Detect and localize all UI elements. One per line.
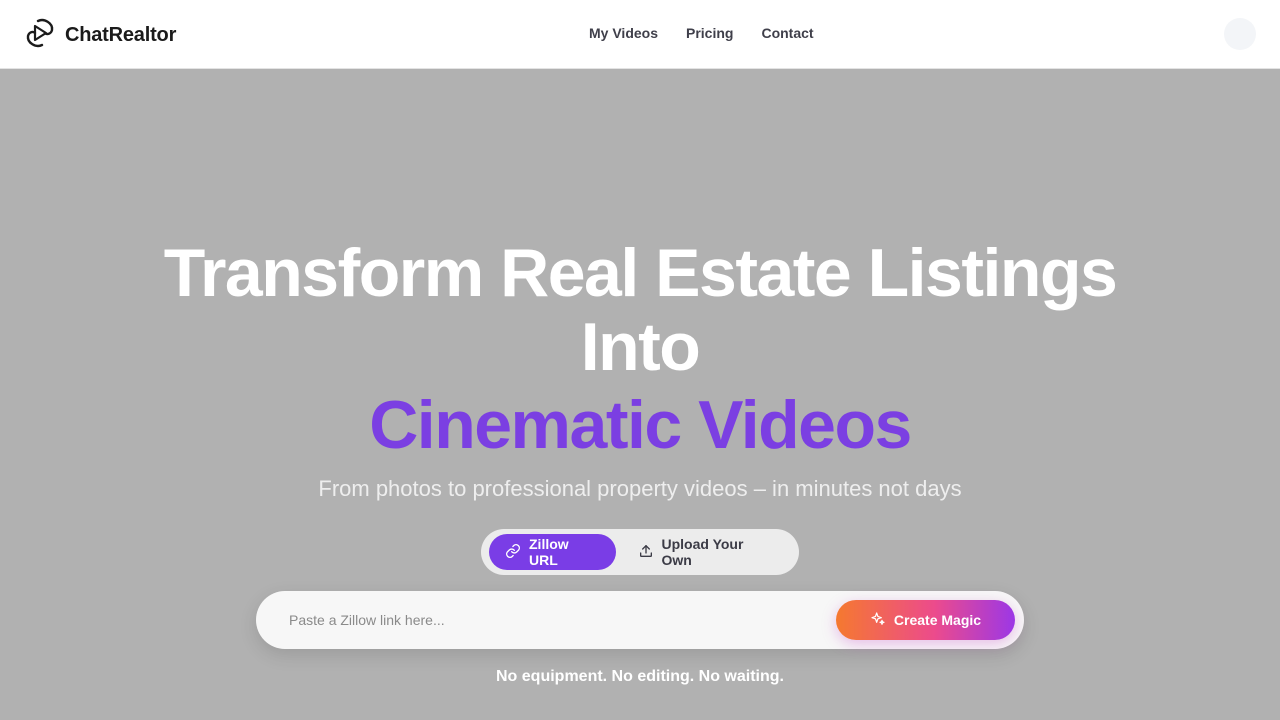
nav-pricing[interactable]: Pricing [686,25,733,41]
zillow-url-tab-label: Zillow URL [529,536,569,568]
play-pin-logo-icon [24,17,56,54]
upload-icon [638,543,654,562]
headline-line-1: Transform Real Estate Listings [163,235,1118,311]
user-avatar[interactable] [1224,18,1256,50]
create-magic-button[interactable]: Create Magic [836,600,1015,640]
hero-headline: Transform Real Estate Listings Into Cine… [0,236,1280,462]
top-navbar: ChatRealtor My Videos Pricing Contact [0,0,1280,69]
upload-your-own-tab-label: Upload Your Own [661,536,744,568]
headline-line-2: Into [580,309,701,385]
zillow-url-tab[interactable]: Zillow URL [489,534,616,570]
link-icon [505,543,521,562]
zillow-url-input[interactable] [289,609,809,631]
zillow-url-form: Create Magic [256,591,1024,649]
upload-your-own-tab[interactable]: Upload Your Own [622,534,792,570]
nav-contact[interactable]: Contact [761,25,813,41]
hero-tagline: No equipment. No editing. No waiting. [496,668,784,685]
brand-logo[interactable]: ChatRealtor [24,17,176,54]
sparkle-icon [870,611,886,630]
headline-accent: Cinematic Videos [369,387,912,463]
nav-my-videos[interactable]: My Videos [589,25,658,41]
main-nav: My Videos Pricing Contact [589,25,814,41]
input-mode-toggle: Zillow URL Upload Your Own [481,529,799,575]
hero-subheadline: From photos to professional property vid… [318,476,962,501]
create-magic-label: Create Magic [893,612,982,628]
brand-name: ChatRealtor [65,24,177,46]
